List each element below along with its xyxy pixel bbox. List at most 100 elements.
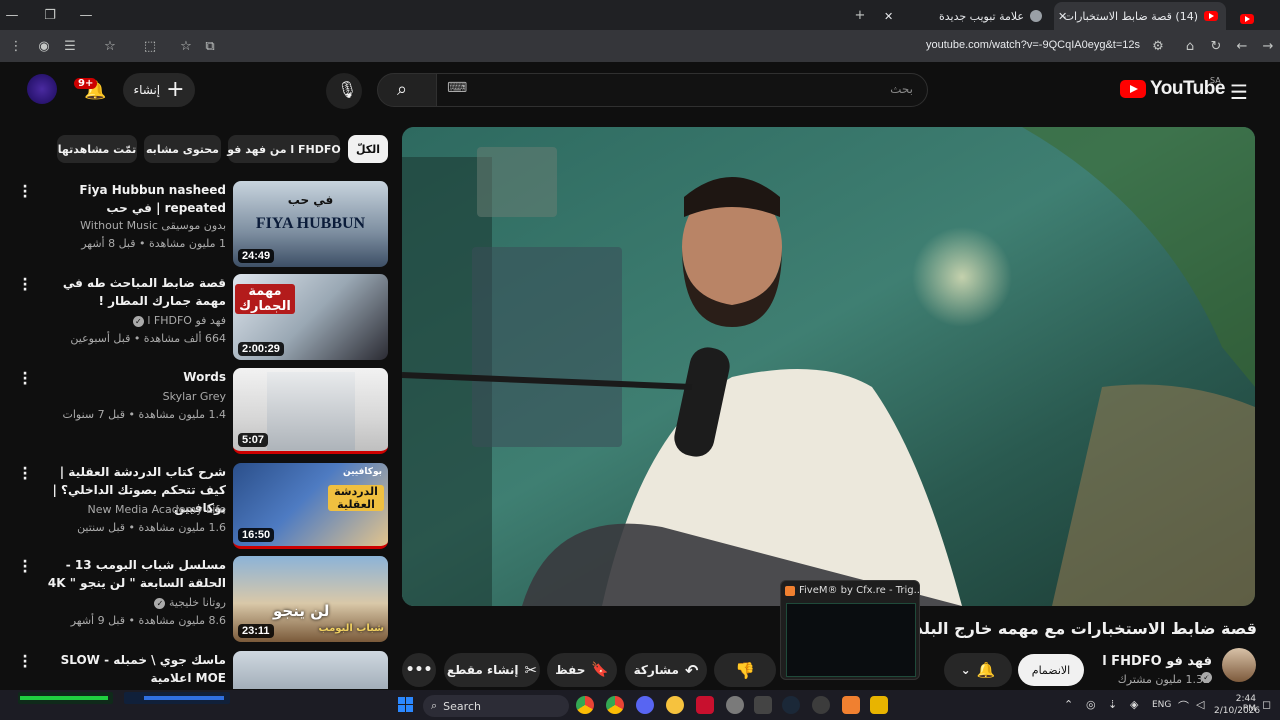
dislike-button[interactable]: 👎 [714, 653, 776, 687]
app-icon-dark[interactable] [754, 696, 772, 714]
thumbnail-text: FIYA HUBBUN [255, 215, 366, 232]
tab-close-icon[interactable]: ✕ [884, 10, 893, 23]
voice-search-button[interactable]: 🎙 [326, 73, 362, 109]
list-item[interactable]: لن ينجو شباب البومب 23:11 · · · مسلسل شباب… [10, 555, 390, 644]
bookmark-icon: 🔖 [591, 662, 609, 678]
tab-new-tab[interactable]: علامة تبويب جديدة ✕ [880, 4, 1050, 28]
pinned-youtube-tab[interactable] [1234, 9, 1254, 28]
create-button[interactable]: إنشاء + [123, 73, 195, 107]
home-icon[interactable]: ⌂ [1180, 36, 1200, 56]
video-thumbnail[interactable]: مهمة الجمارك 2:00:29 [233, 274, 388, 360]
menu-dots-icon[interactable]: ⋮ [6, 36, 26, 56]
hamburger-menu-icon[interactable]: ☰ [1230, 80, 1248, 104]
back-icon[interactable]: ← [1232, 36, 1252, 56]
discord-icon[interactable] [636, 696, 654, 714]
search-button[interactable]: ⌕ [377, 73, 437, 107]
video-title[interactable]: مسلسل شباب البومب 13 - الحلقة السابعة " … [30, 556, 226, 592]
close-window-icon[interactable]: — [76, 5, 96, 25]
app-icon-gray[interactable] [726, 696, 744, 714]
tray-app-icon[interactable]: ◎ [1086, 698, 1096, 711]
list-item[interactable]: · · · ماسك جوي \ خمبله - SLOW MOE اعلامية [10, 651, 390, 689]
search-input[interactable]: بحث ⌨ [436, 73, 928, 107]
video-thumbnail[interactable]: 5:07 [233, 368, 388, 454]
more-options-icon[interactable]: · · · [20, 180, 30, 204]
channel-avatar[interactable] [1222, 648, 1256, 682]
share-icon: ↶ [684, 660, 699, 680]
channel-name[interactable]: روتانا خليجية ✓ [30, 596, 226, 609]
subscribed-bell-button[interactable]: ⌄ 🔔 [944, 653, 1012, 687]
account-avatar[interactable] [27, 74, 57, 104]
fivem-icon[interactable] [842, 696, 860, 714]
chip-related[interactable]: محتوى مشابه [144, 135, 221, 163]
tray-shield-icon[interactable]: ◈ [1130, 698, 1138, 711]
windows-start-icon[interactable] [398, 697, 414, 713]
volume-icon[interactable]: ◁ [1196, 698, 1204, 711]
chrome-icon[interactable] [576, 696, 594, 714]
taskbar-search-label: Search [443, 699, 481, 713]
channel-name[interactable]: فهد فو l FHDFO ✓ [30, 314, 226, 327]
extension-icon[interactable]: ◉ [34, 36, 54, 56]
more-options-icon[interactable]: · · · [20, 651, 30, 674]
app-icon-yellow[interactable] [870, 696, 888, 714]
reload-icon[interactable]: ↻ [1206, 36, 1226, 56]
app-icon-red[interactable] [696, 696, 714, 714]
clock-date[interactable]: 2/10/2026 [1214, 706, 1260, 716]
video-thumbnail[interactable]: الدردشة العقلية بوكافيين 16:50 [233, 463, 388, 549]
notification-center-icon[interactable]: ◻ [1262, 698, 1271, 711]
forward-icon[interactable]: → [1258, 36, 1278, 56]
tab-youtube[interactable]: (14) قصة ضابط الاستخبارات ✕ [1054, 2, 1226, 30]
video-title[interactable]: قصة ضابط المباحث طه في مهمة جمارك المطار… [30, 274, 226, 310]
channel-name[interactable]: Skylar Grey [30, 390, 226, 403]
keyboard-icon[interactable]: ⌨ [447, 80, 467, 96]
taskbar-window-preview[interactable]: FiveM® by Cfx.re - Trig... [780, 580, 923, 680]
video-title[interactable]: Fiya Hubbun nasheed repeated | في حب [30, 181, 226, 217]
list-item[interactable]: في حب FIYA HUBBUN 24:49 · · · Fiya Hubbun … [10, 180, 390, 269]
more-options-icon[interactable]: · · · [20, 555, 30, 579]
more-options-icon[interactable]: · · · [20, 273, 30, 297]
list-item[interactable]: مهمة الجمارك 2:00:29 · · · قصة ضابط المباح… [10, 273, 390, 362]
share-button[interactable]: مشاركة ↶ [625, 653, 707, 687]
list-item[interactable]: الدردشة العقلية بوكافيين 16:50 · · · شرح ك… [10, 462, 390, 551]
wifi-icon[interactable]: ⌒ [1178, 698, 1189, 714]
restore-icon[interactable]: ❐ [40, 5, 60, 25]
language-indicator[interactable]: ENG [1152, 700, 1171, 710]
more-options-icon[interactable]: · · · [20, 367, 30, 391]
video-thumbnail[interactable]: في حب FIYA HUBBUN 24:49 [233, 181, 388, 267]
file-explorer-icon[interactable] [666, 696, 684, 714]
minimize-icon[interactable]: — [2, 5, 22, 25]
chip-from-channel[interactable]: من فهد فو l FHDFO [227, 135, 341, 163]
channel-name-text: فهد فو l FHDFO [1102, 654, 1212, 669]
site-settings-icon[interactable]: ⚙ [1148, 36, 1168, 56]
chip-watched[interactable]: تمّت مشاهدتها [57, 135, 137, 163]
taskbar-search-box[interactable]: ⌕ Search [423, 695, 569, 717]
video-thumbnail[interactable] [233, 651, 388, 689]
chevron-up-icon[interactable]: ⌃ [1064, 698, 1073, 711]
chip-all[interactable]: الكلّ [348, 135, 388, 163]
chevron-down-icon: ⌄ [960, 663, 971, 677]
steam-icon[interactable] [782, 696, 800, 714]
more-options-icon[interactable]: · · · [20, 462, 30, 486]
tab-close-icon[interactable]: ✕ [1058, 10, 1067, 23]
bookmark-star-icon[interactable]: ☆ [176, 36, 196, 56]
share-page-icon[interactable]: ⧉ [200, 36, 220, 56]
url-field[interactable]: youtube.com/watch?v=-9QCqIA0eyg&t=12s [900, 39, 1140, 51]
save-label: حفظ [555, 663, 586, 677]
puzzle-icon[interactable]: ⬚ [140, 36, 160, 56]
clip-button[interactable]: إنشاء مقطع ✂ [444, 653, 540, 687]
video-player[interactable] [402, 127, 1255, 606]
video-thumbnail[interactable]: لن ينجو شباب البومب 23:11 [233, 556, 388, 642]
new-tab-icon[interactable]: + [850, 5, 870, 25]
playlist-icon[interactable]: ☰ [60, 36, 80, 56]
video-title[interactable]: ماسك جوي \ خمبله - SLOW MOE اعلامية [30, 651, 226, 687]
channel-name[interactable]: بدون موسيقى Without Music [30, 219, 226, 232]
channel-name[interactable]: New Media Academy Life [30, 503, 226, 516]
join-button[interactable]: الانضمام [1018, 654, 1084, 686]
video-title[interactable]: Words [30, 368, 226, 386]
usb-icon[interactable]: ⇣ [1108, 698, 1117, 711]
save-button[interactable]: حفظ 🔖 [547, 653, 617, 687]
more-actions-button[interactable]: ••• [402, 653, 436, 687]
settings-icon[interactable] [812, 696, 830, 714]
chrome-icon[interactable] [606, 696, 624, 714]
star-icon[interactable]: ☆ [100, 36, 120, 56]
list-item[interactable]: 5:07 · · · Words Skylar Grey 1.4 مليون مشا… [10, 367, 390, 456]
